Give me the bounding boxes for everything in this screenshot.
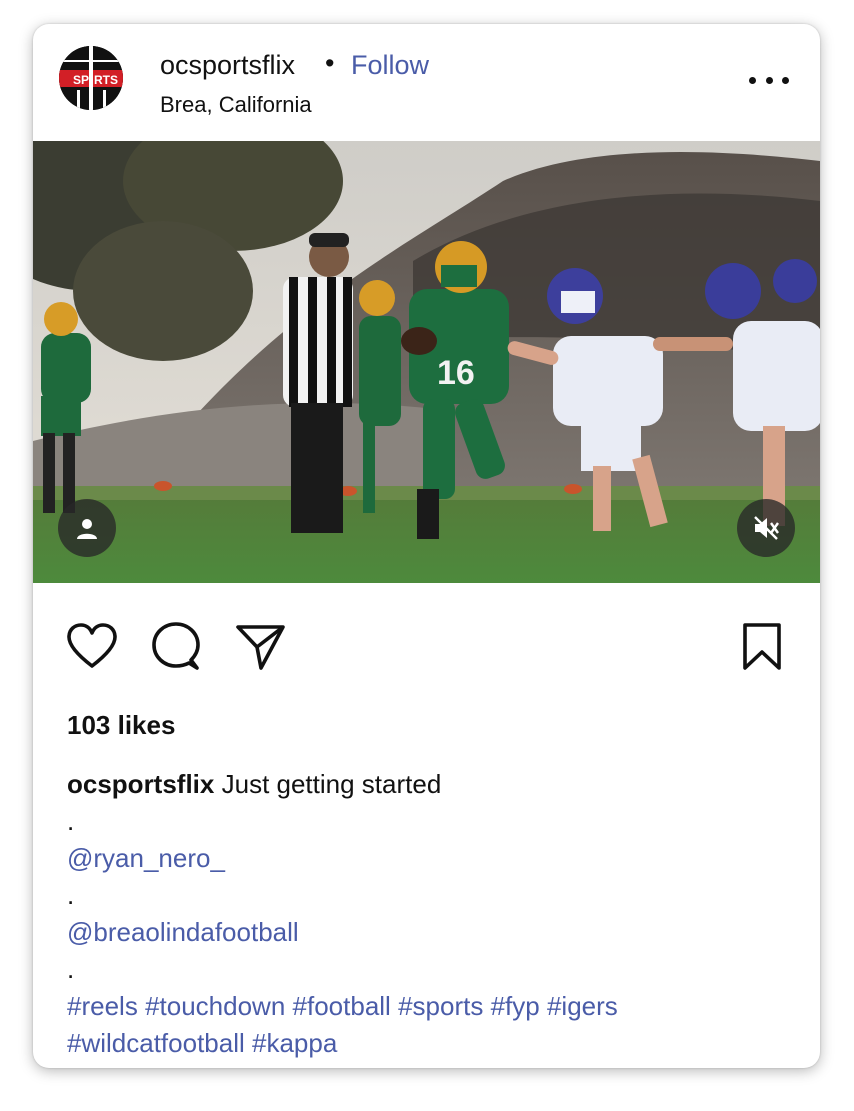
hashtag-link[interactable]: #wildcatfootball (67, 1028, 245, 1058)
caption-username[interactable]: ocsportsflix (67, 769, 214, 799)
caption-text: Just getting started (221, 769, 442, 799)
more-dot (749, 76, 756, 84)
sports-logo-icon: SP RTS (59, 46, 123, 110)
football-game-scene: 16 (33, 141, 820, 583)
heart-icon[interactable] (65, 620, 119, 674)
bookmark-outline (743, 623, 781, 670)
avatar-text-right: RTS (94, 73, 118, 87)
hashtag-link[interactable]: #kappa (252, 1028, 337, 1058)
mention-link[interactable]: @ryan_nero_ (67, 840, 797, 877)
caption-first-line: ocsportsflix Just getting started (67, 766, 797, 803)
more-dot (765, 76, 773, 84)
more-options-icon[interactable] (749, 68, 789, 92)
hashtag-link[interactable]: #touchdown (145, 991, 285, 1021)
person-icon (77, 519, 97, 539)
avatar[interactable]: SP RTS (59, 46, 123, 110)
post-header: SP RTS ocsportsflix • Follow Brea, Calif… (33, 24, 820, 140)
caption-dot: . (67, 954, 75, 984)
post-card: SP RTS ocsportsflix • Follow Brea, Calif… (33, 24, 820, 1068)
send-outline (236, 625, 285, 670)
hashtag-link[interactable]: #sports (398, 991, 483, 1021)
speaker-muted-icon (754, 516, 779, 540)
caption: ocsportsflix Just getting started . @rya… (67, 766, 797, 1062)
caption-dot: . (67, 880, 75, 910)
hashtag-link[interactable]: #fyp (491, 991, 540, 1021)
comment-bubble-icon[interactable] (149, 620, 203, 674)
bookmark-icon[interactable] (735, 620, 789, 674)
hashtag-line: #reels #touchdown #football #sports #fyp… (67, 988, 797, 1025)
comment-outline (152, 622, 200, 670)
action-bar (33, 614, 820, 684)
hashtag-link[interactable]: #igers (547, 991, 618, 1021)
separator-dot: • (325, 48, 335, 78)
jersey-number: 16 (437, 354, 475, 392)
hashtag-line: #wildcatfootball #kappa (67, 1025, 797, 1062)
hashtag-link[interactable]: #reels (67, 991, 138, 1021)
avatar-text-left: SP (73, 73, 89, 87)
hashtag-link[interactable]: #football (293, 991, 391, 1021)
muted-speaker-icon[interactable] (737, 499, 795, 557)
mention-link[interactable]: @breaolindafootball (67, 914, 797, 951)
post-video[interactable]: 16 (33, 141, 820, 583)
more-dot (782, 76, 789, 84)
location-link[interactable]: Brea, California (160, 92, 312, 118)
likes-count[interactable]: 103 likes (67, 710, 175, 741)
username[interactable]: ocsportsflix (160, 50, 295, 81)
paper-plane-icon[interactable] (233, 620, 287, 674)
heart-outline (67, 623, 117, 668)
follow-button[interactable]: Follow (351, 50, 429, 81)
person-tag-icon[interactable] (58, 499, 116, 557)
caption-dot: . (67, 806, 75, 836)
